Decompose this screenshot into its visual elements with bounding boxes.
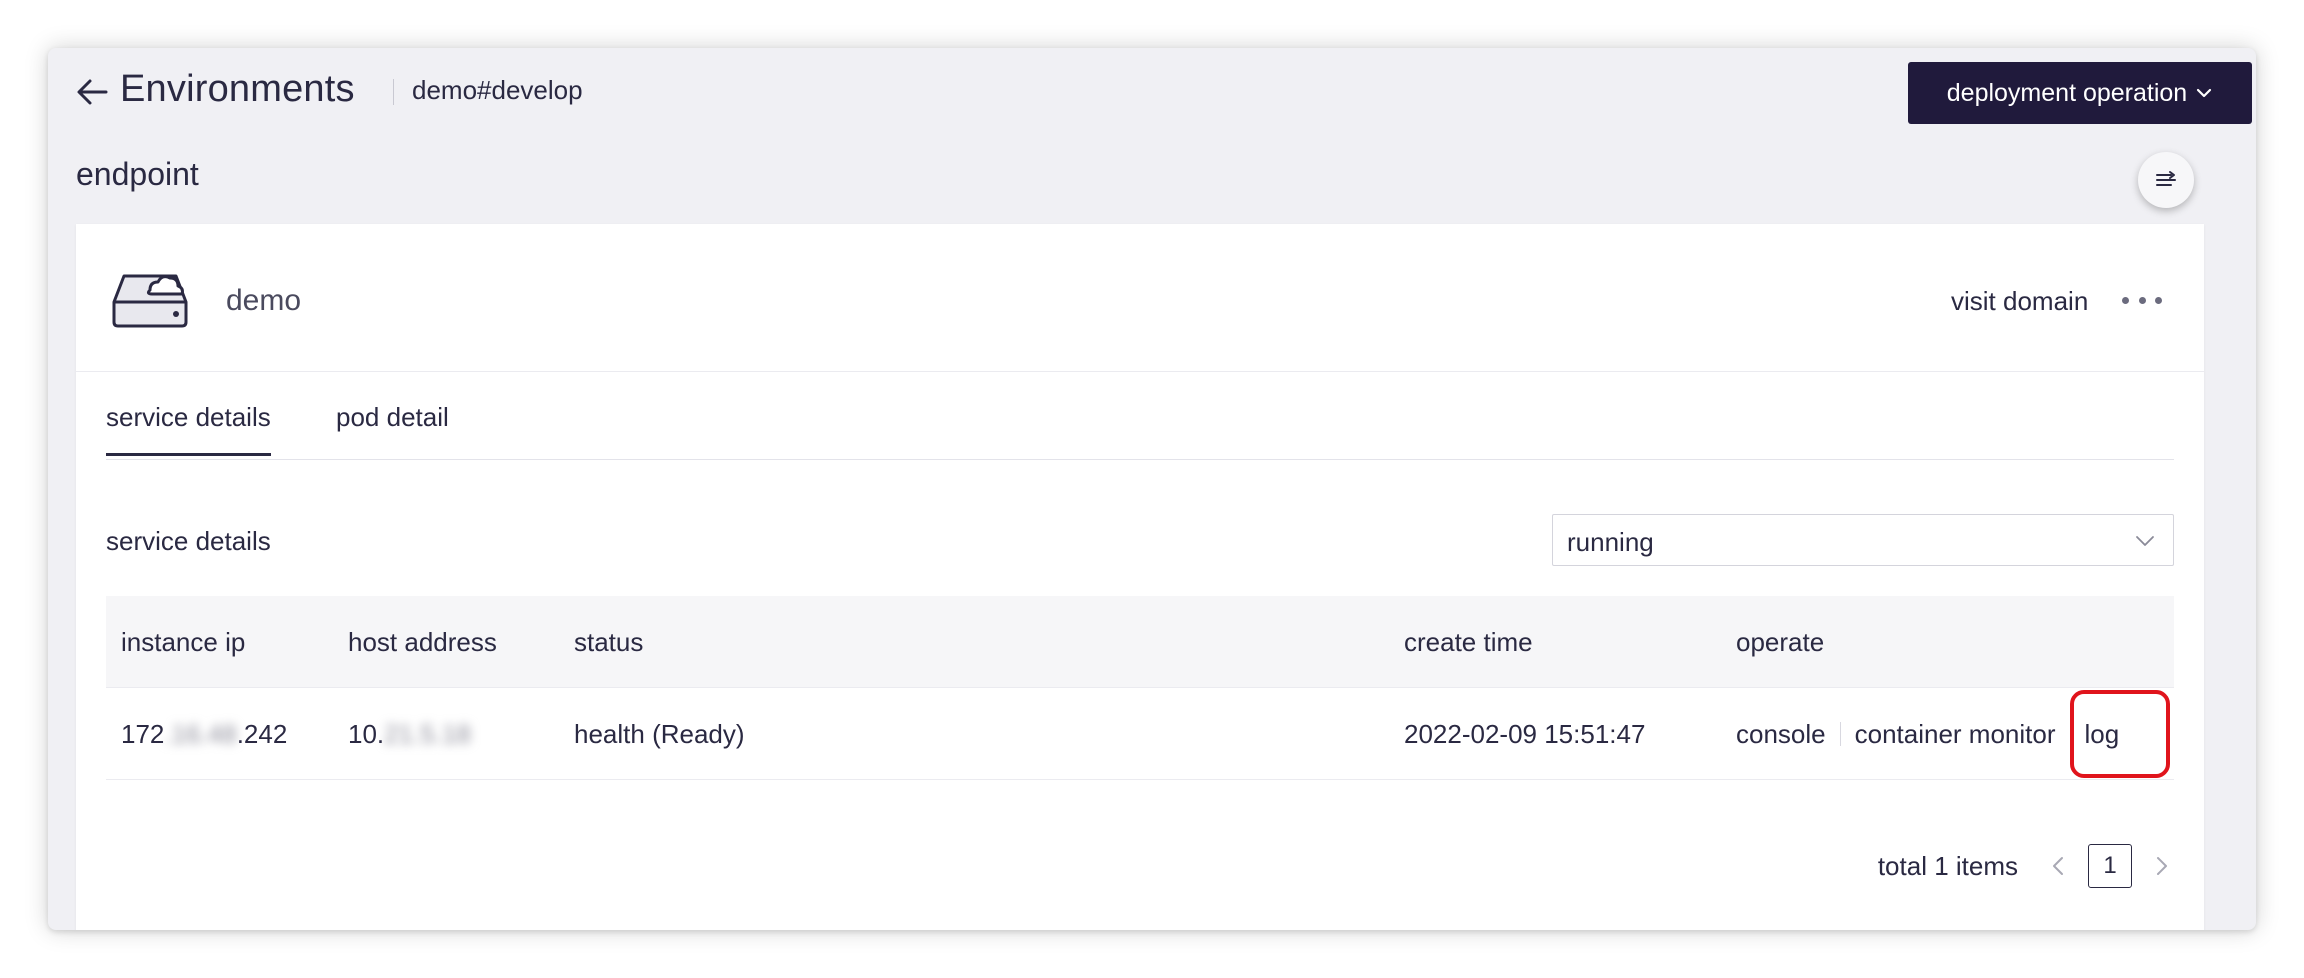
page-title: Environments <box>120 68 355 110</box>
log-link[interactable]: log <box>2085 719 2120 750</box>
instance-ip-suffix: .242 <box>236 718 288 749</box>
instance-ip-cell: 172.16.48.242 <box>121 688 287 780</box>
divider <box>2069 722 2071 746</box>
status-filter-select[interactable]: running <box>1552 514 2174 566</box>
chevron-down-icon <box>2136 536 2154 546</box>
status-cell: health (Ready) <box>574 718 745 749</box>
app-name: demo <box>226 284 302 317</box>
endpoint-card: demo visit domain service details pod de… <box>76 224 2204 930</box>
chevron-left-icon[interactable] <box>2046 854 2070 878</box>
column-header-operate: operate <box>1736 626 1825 657</box>
total-items-text: total 1 items <box>1877 850 2018 881</box>
column-header-create-time: create time <box>1404 626 1533 657</box>
pagination: total 1 items 1 <box>1878 844 2174 888</box>
section-title: endpoint <box>76 156 199 192</box>
create-time-cell: 2022-02-09 15:51:47 <box>1404 718 1646 749</box>
tab-service-details[interactable]: service details <box>106 402 271 456</box>
breadcrumb: demo#develop <box>412 75 583 105</box>
column-header-status: status <box>574 626 644 657</box>
deployment-operation-button[interactable]: deployment operation <box>1908 62 2252 124</box>
operate-cell: console container monitor log <box>1736 688 2119 780</box>
column-header-host-address: host address <box>348 626 497 657</box>
table-row: 172.16.48.242 10. 21.5.18 health (Ready) … <box>106 688 2174 780</box>
title-divider <box>393 79 394 105</box>
collapse-icon <box>2156 171 2176 186</box>
table-header: instance ip host address status create t… <box>106 596 2174 688</box>
tabs: service details pod detail <box>106 372 2174 460</box>
app-window: Environments demo#develop deployment ope… <box>48 48 2256 930</box>
chevron-down-icon <box>2197 88 2212 98</box>
more-icon[interactable] <box>2122 288 2162 312</box>
chevron-right-icon[interactable] <box>2150 854 2174 878</box>
back-arrow-icon[interactable] <box>74 74 110 110</box>
status-filter-value: running <box>1567 527 1654 557</box>
instance-ip-prefix: 172 <box>121 718 165 749</box>
host-address-cell: 10. 21.5.18 <box>348 688 471 780</box>
divider <box>1839 722 1841 746</box>
console-link[interactable]: console <box>1736 719 1826 750</box>
tab-pod-detail[interactable]: pod detail <box>336 402 449 453</box>
deployment-operation-label: deployment operation <box>1946 78 2188 107</box>
host-address-prefix: 10. <box>348 718 385 749</box>
instance-ip-redacted: .16.48 <box>164 718 237 749</box>
host-address-redacted: 21.5.18 <box>384 718 471 749</box>
cloud-server-icon <box>112 274 188 328</box>
instances-table: instance ip host address status create t… <box>106 596 2174 780</box>
visit-domain-link[interactable]: visit domain <box>1951 286 2088 317</box>
column-header-instance-ip: instance ip <box>121 626 246 657</box>
container-monitor-link[interactable]: container monitor <box>1855 719 2056 750</box>
page-number[interactable]: 1 <box>2088 844 2132 888</box>
card-header: demo visit domain <box>76 224 2204 372</box>
service-details-title: service details <box>106 526 271 556</box>
collapse-button[interactable] <box>2138 152 2194 208</box>
